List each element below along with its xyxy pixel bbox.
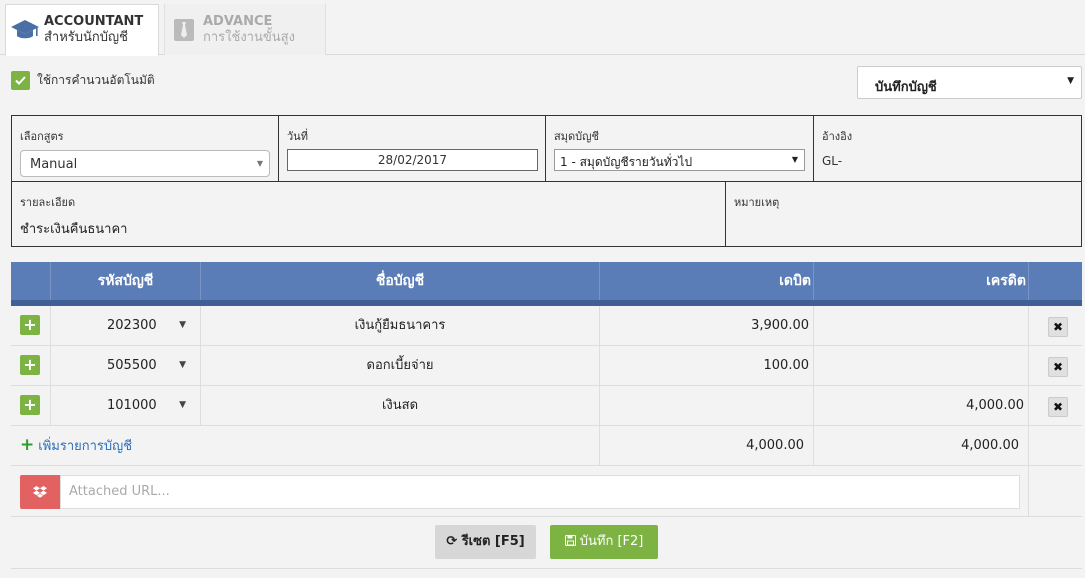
debit-cell[interactable]: 3,900.00 <box>600 306 814 346</box>
dropbox-button[interactable] <box>20 475 60 509</box>
account-name: ดอกเบี้ยจ่าย <box>201 346 600 386</box>
refresh-icon: ⟳ <box>446 534 458 549</box>
account-code-select[interactable]: 101000 ▼ <box>51 386 201 426</box>
description-caption: รายละเอียด <box>20 196 76 209</box>
caret-down-icon: ▼ <box>791 155 798 164</box>
account-code: 202300 <box>107 318 157 333</box>
debit-cell[interactable]: 100.00 <box>600 346 814 386</box>
table-header: รหัสบัญชี ชื่อบัญชี เดบิต เครดิต <box>11 262 1082 306</box>
header-credit: เครดิต <box>814 262 1029 300</box>
description-cell: รายละเอียด ชำระเงินคืนธนาคา <box>12 182 726 247</box>
total-credit: 4,000.00 <box>814 426 1029 466</box>
save-label: บันทึก [F2] <box>579 534 644 549</box>
attachment-row: Attached URL... <box>11 466 1082 517</box>
journal-info-panel: เลือกสูตร Manual ▼ วันที่ 28/02/2017 สมุ… <box>11 115 1082 247</box>
action-buttons-row: ⟳ รีเซต [F5] บันทึก [F2] <box>11 517 1082 569</box>
formula-cell: เลือกสูตร Manual ▼ <box>12 116 279 182</box>
plus-icon: + <box>20 435 35 455</box>
formula-caption: เลือกสูตร <box>20 130 64 143</box>
reset-button[interactable]: ⟳ รีเซต [F5] <box>435 525 536 559</box>
insert-row-button[interactable]: + <box>20 315 40 335</box>
total-debit: 4,000.00 <box>600 426 814 466</box>
header-action <box>11 262 51 300</box>
caret-down-icon: ▼ <box>1067 76 1074 86</box>
book-cell: สมุดบัญชี 1 - สมุดบัญชีรายวันทั่วไป ▼ <box>546 116 814 182</box>
reference-value[interactable]: GL- <box>822 154 842 168</box>
reset-label: รีเซต [F5] <box>461 534 525 549</box>
account-code-select[interactable]: 202300 ▼ <box>51 306 201 346</box>
tab-subtitle: การใช้งานขั้นสูง <box>203 29 295 45</box>
debit-cell[interactable] <box>600 386 814 426</box>
auto-calc-option[interactable]: ใช้การคำนวนอัตโนมัติ <box>11 71 155 90</box>
account-name: เงินกู้ยืมธนาคาร <box>201 306 600 346</box>
book-caption: สมุดบัญชี <box>554 130 599 143</box>
header-remove <box>1029 262 1082 300</box>
credit-cell[interactable]: 4,000.00 <box>814 386 1029 426</box>
insert-row-button[interactable]: + <box>20 395 40 415</box>
credit-cell[interactable] <box>814 306 1029 346</box>
credit-cell[interactable] <box>814 346 1029 386</box>
mode-tabbar: ACCOUNTANT สำหรับนักบัญชี ADVANCE การใช้… <box>0 0 1085 56</box>
table-row: + 505500 ▼ ดอกเบี้ยจ่าย 100.00 ✖ <box>11 346 1082 386</box>
tie-icon <box>165 18 203 42</box>
note-caption: หมายเหตุ <box>734 196 780 209</box>
header-name: ชื่อบัญชี <box>201 262 600 300</box>
tab-advance[interactable]: ADVANCE การใช้งานขั้นสูง <box>164 4 326 55</box>
date-cell: วันที่ 28/02/2017 <box>279 116 546 182</box>
insert-row-button[interactable]: + <box>20 355 40 375</box>
floppy-disk-icon <box>564 535 576 546</box>
formula-value: Manual <box>30 157 78 172</box>
description-input[interactable]: ชำระเงินคืนธนาคา <box>20 218 127 239</box>
date-input[interactable]: 28/02/2017 <box>287 149 538 171</box>
check-icon <box>15 76 26 85</box>
caret-down-icon: ▼ <box>256 159 263 168</box>
journal-entries-table: รหัสบัญชี ชื่อบัญชี เดบิต เครดิต + 20230… <box>11 262 1082 569</box>
add-line-link[interactable]: + เพิ่มรายการบัญชี <box>20 435 133 455</box>
note-cell[interactable]: หมายเหตุ <box>726 182 1081 247</box>
book-select[interactable]: 1 - สมุดบัญชีรายวันทั่วไป ▼ <box>554 149 805 171</box>
divider <box>1028 466 1029 517</box>
graduation-cap-icon <box>6 18 44 42</box>
header-debit: เดบิต <box>600 262 814 300</box>
account-name: เงินสด <box>201 386 600 426</box>
auto-calc-label: ใช้การคำนวนอัตโนมัติ <box>37 73 155 87</box>
formula-select[interactable]: Manual ▼ <box>20 150 270 177</box>
date-caption: วันที่ <box>287 130 308 143</box>
post-type-value: บันทึกบัญชี <box>875 80 937 95</box>
account-code-select[interactable]: 505500 ▼ <box>51 346 201 386</box>
post-type-select[interactable]: บันทึกบัญชี ▼ <box>857 66 1082 99</box>
book-value: 1 - สมุดบัญชีรายวันทั่วไป <box>560 155 693 169</box>
dropbox-icon <box>33 485 47 498</box>
tab-accountant[interactable]: ACCOUNTANT สำหรับนักบัญชี <box>5 4 159 56</box>
tab-title: ADVANCE <box>203 13 273 29</box>
caret-down-icon: ▼ <box>179 320 186 330</box>
header-code: รหัสบัญชี <box>51 262 201 300</box>
reference-cell: อ้างอิง GL- <box>814 116 1081 182</box>
table-row: + 202300 ▼ เงินกู้ยืมธนาคาร 3,900.00 ✖ <box>11 306 1082 346</box>
caret-down-icon: ▼ <box>179 360 186 370</box>
auto-calc-checkbox[interactable] <box>11 71 30 90</box>
attached-url-input[interactable]: Attached URL... <box>60 475 1020 509</box>
tab-title: ACCOUNTANT <box>44 14 144 29</box>
reference-caption: อ้างอิง <box>822 130 853 143</box>
remove-row-button[interactable]: ✖ <box>1048 317 1068 337</box>
caret-down-icon: ▼ <box>179 400 186 410</box>
tab-subtitle: สำหรับนักบัญชี <box>44 30 128 45</box>
totals-row: + เพิ่มรายการบัญชี 4,000.00 4,000.00 <box>11 426 1082 466</box>
save-button[interactable]: บันทึก [F2] <box>550 525 658 559</box>
table-row: + 101000 ▼ เงินสด 4,000.00 ✖ <box>11 386 1082 426</box>
account-code: 101000 <box>107 398 157 413</box>
account-code: 505500 <box>107 358 157 373</box>
remove-row-button[interactable]: ✖ <box>1048 397 1068 417</box>
add-line-label: เพิ่มรายการบัญชี <box>38 439 133 454</box>
remove-row-button[interactable]: ✖ <box>1048 357 1068 377</box>
